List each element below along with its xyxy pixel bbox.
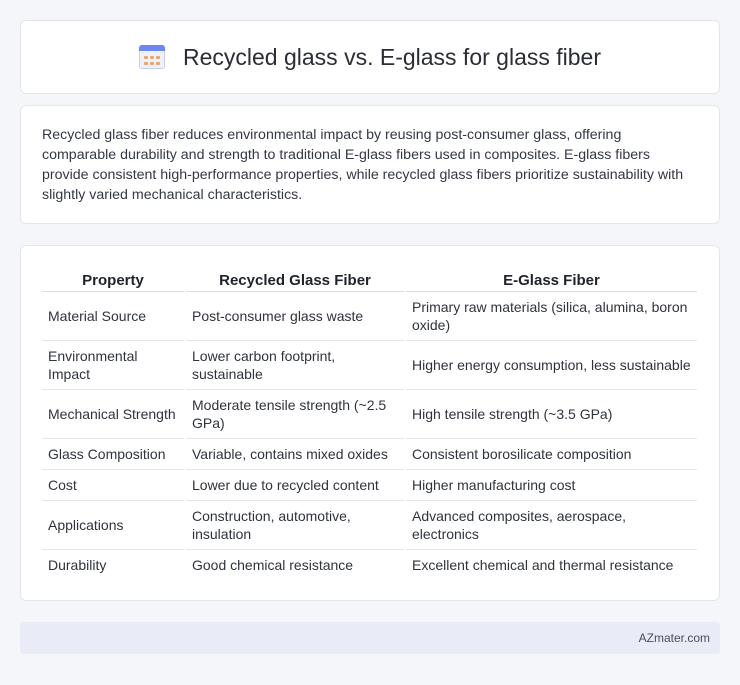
cell-recycled: Post-consumer glass waste: [185, 291, 406, 341]
cell-eglass: Primary raw materials (silica, alumina, …: [405, 291, 699, 341]
cell-eglass: Excellent chemical and thermal resistanc…: [405, 549, 699, 580]
header-eglass: E-Glass Fiber: [405, 264, 699, 292]
table-row: Mechanical Strength Moderate tensile str…: [42, 389, 699, 439]
table-row: Cost Lower due to recycled content Highe…: [42, 469, 699, 501]
cell-recycled: Variable, contains mixed oxides: [185, 438, 406, 470]
table-row: Environmental Impact Lower carbon footpr…: [42, 340, 699, 390]
table-header-row: Property Recycled Glass Fiber E-Glass Fi…: [42, 264, 699, 292]
footer-brand: AZmater.com: [638, 631, 710, 645]
intro-text: Recycled glass fiber reduces environment…: [42, 127, 684, 203]
cell-eglass: High tensile strength (~3.5 GPa): [405, 389, 699, 439]
table-row: Applications Construction, automotive, i…: [42, 500, 699, 550]
page-title: Recycled glass vs. E-glass for glass fib…: [183, 43, 601, 70]
cell-recycled: Lower carbon footprint, sustainable: [185, 340, 406, 390]
footer-bar: AZmater.com: [20, 622, 720, 654]
header-property: Property: [42, 264, 186, 292]
header-recycled: Recycled Glass Fiber: [185, 264, 406, 292]
comparison-table: Property Recycled Glass Fiber E-Glass Fi…: [42, 264, 699, 580]
cell-eglass: Consistent borosilicate composition: [405, 438, 699, 470]
intro-card: Recycled glass fiber reduces environment…: [20, 105, 720, 224]
table-row: Durability Good chemical resistance Exce…: [42, 549, 699, 580]
cell-eglass: Higher manufacturing cost: [405, 469, 699, 501]
table-row: Glass Composition Variable, contains mix…: [42, 438, 699, 470]
cell-property: Material Source: [42, 291, 186, 341]
table-row: Material Source Post-consumer glass wast…: [42, 291, 699, 341]
cell-recycled: Construction, automotive, insulation: [185, 500, 406, 550]
calendar-icon: [139, 45, 165, 69]
cell-property: Durability: [42, 549, 186, 580]
cell-property: Glass Composition: [42, 438, 186, 470]
cell-eglass: Advanced composites, aerospace, electron…: [405, 500, 699, 550]
title-card: Recycled glass vs. E-glass for glass fib…: [20, 20, 720, 94]
comparison-card: Property Recycled Glass Fiber E-Glass Fi…: [20, 245, 720, 601]
cell-property: Applications: [42, 500, 186, 550]
cell-property: Cost: [42, 469, 186, 501]
cell-recycled: Good chemical resistance: [185, 549, 406, 580]
cell-recycled: Moderate tensile strength (~2.5 GPa): [185, 389, 406, 439]
cell-property: Environmental Impact: [42, 340, 186, 390]
cell-property: Mechanical Strength: [42, 389, 186, 439]
cell-recycled: Lower due to recycled content: [185, 469, 406, 501]
cell-eglass: Higher energy consumption, less sustaina…: [405, 340, 699, 390]
